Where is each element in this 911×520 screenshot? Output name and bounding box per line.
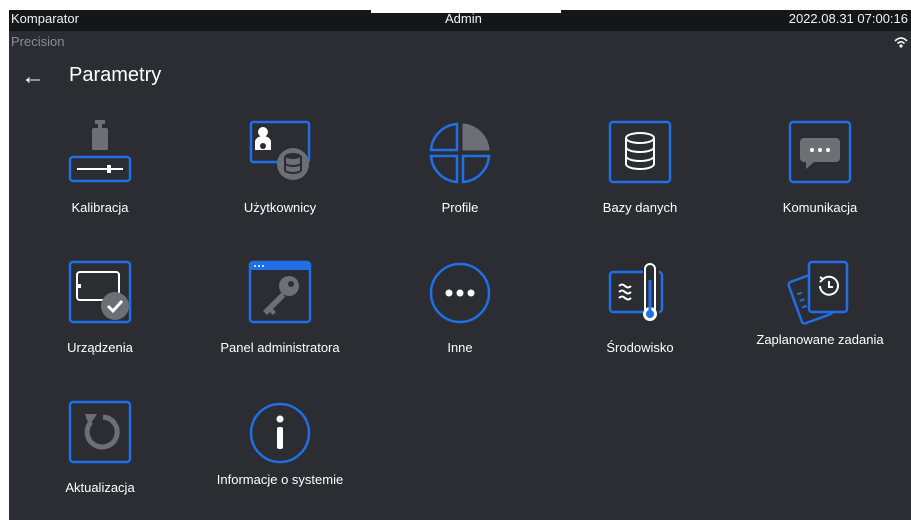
tile-label: Użytkownicy bbox=[243, 200, 317, 215]
tile-profile[interactable]: Profile bbox=[385, 120, 535, 240]
tile-label: Inne bbox=[447, 340, 473, 355]
tile-panel-administratora[interactable]: Panel administratora bbox=[205, 260, 355, 380]
tile-label: Aktualizacja bbox=[65, 480, 135, 495]
tile-uzytkownicy[interactable]: Użytkownicy bbox=[205, 120, 355, 240]
chat-icon bbox=[788, 120, 852, 184]
admin-key-icon bbox=[248, 260, 312, 324]
profiles-icon bbox=[429, 122, 491, 184]
tile-srodowisko[interactable]: Środowisko bbox=[565, 260, 715, 380]
mode-bar: Precision bbox=[9, 31, 911, 55]
tile-inne[interactable]: Inne bbox=[385, 260, 535, 380]
calibration-icon bbox=[68, 120, 132, 183]
wifi-icon bbox=[894, 37, 908, 48]
database-icon bbox=[608, 120, 672, 184]
scheduled-tasks-icon bbox=[787, 260, 849, 325]
tile-label: Informacje o systemie bbox=[216, 472, 344, 487]
info-icon bbox=[249, 402, 311, 464]
users-icon bbox=[249, 120, 311, 180]
update-icon bbox=[68, 400, 132, 464]
tile-label: Bazy danych bbox=[602, 200, 678, 215]
tile-informacje-o-systemie[interactable]: Informacje o systemie bbox=[205, 400, 355, 520]
tile-urzadzenia[interactable]: Urządzenia bbox=[25, 260, 175, 380]
devices-icon bbox=[68, 260, 132, 324]
environment-icon bbox=[608, 263, 664, 322]
tile-label: Profile bbox=[441, 200, 479, 215]
tile-label: Środowisko bbox=[606, 340, 674, 355]
tile-label: Urządzenia bbox=[67, 340, 133, 355]
page-title: Parametry bbox=[69, 64, 162, 86]
arrow-left-icon[interactable]: ← bbox=[21, 62, 45, 92]
tile-label: Kalibracja bbox=[71, 200, 129, 215]
tile-label: Komunikacja bbox=[782, 200, 858, 215]
mode-label: Precision bbox=[11, 34, 65, 49]
more-icon bbox=[429, 262, 491, 324]
app-name: Komparator bbox=[11, 11, 79, 26]
screen: Komparator Admin 2022.08.31 07:00:16 Pre… bbox=[9, 10, 911, 520]
tile-aktualizacja[interactable]: Aktualizacja bbox=[25, 400, 175, 520]
tile-zaplanowane-zadania[interactable]: Zaplanowane zadania bbox=[745, 260, 895, 380]
tile-kalibracja[interactable]: Kalibracja bbox=[25, 120, 175, 240]
tile-label: Panel administratora bbox=[220, 340, 340, 355]
page-header: ← Parametry bbox=[9, 58, 911, 98]
tile-komunikacja[interactable]: Komunikacja bbox=[745, 120, 895, 240]
tile-bazy-danych[interactable]: Bazy danych bbox=[565, 120, 715, 240]
current-user[interactable]: Admin bbox=[445, 11, 482, 26]
datetime: 2022.08.31 07:00:16 bbox=[788, 11, 908, 26]
tile-label: Zaplanowane zadania bbox=[756, 332, 884, 347]
status-bar: Komparator Admin 2022.08.31 07:00:16 bbox=[9, 10, 911, 31]
